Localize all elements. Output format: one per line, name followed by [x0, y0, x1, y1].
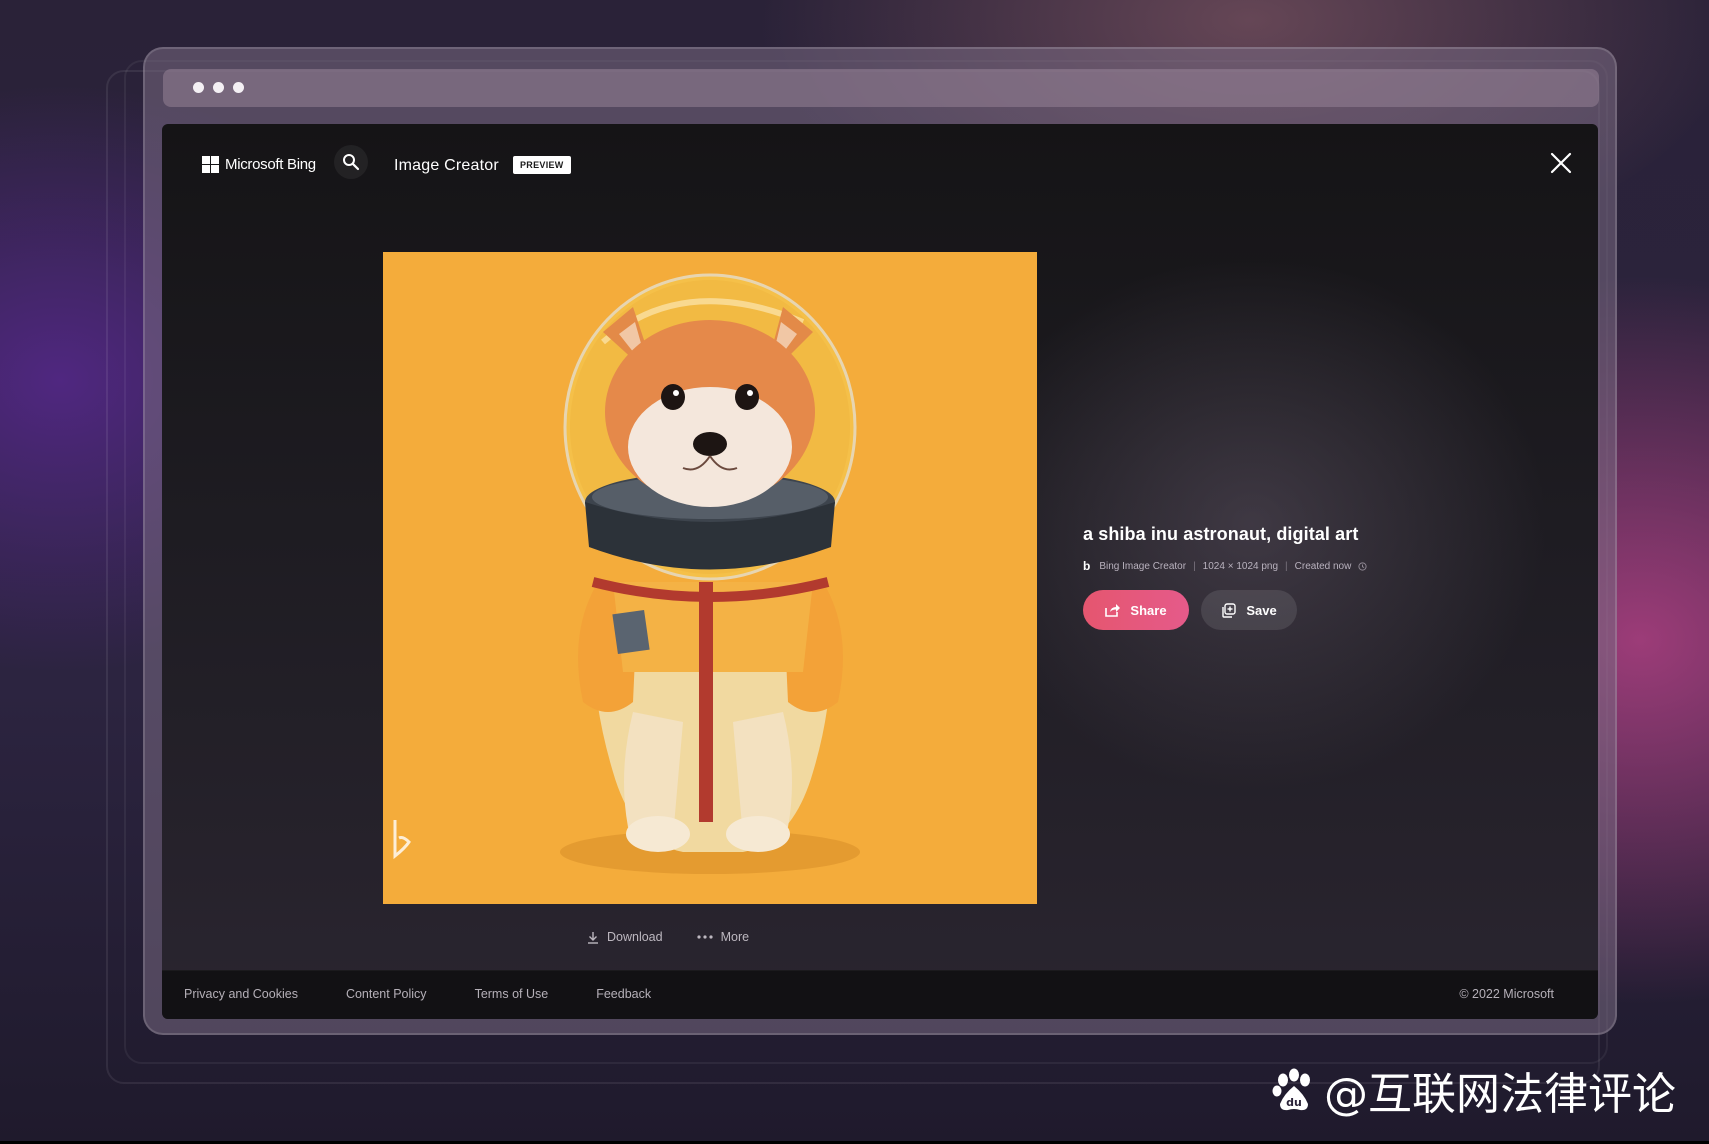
image-creator-page: Microsoft Bing Image Creator PREVIEW Dow…	[162, 124, 1598, 1019]
brand-name: Microsoft Bing	[225, 156, 316, 173]
dot-icon	[233, 82, 244, 93]
window-dots	[193, 82, 244, 93]
dot-icon	[193, 82, 204, 93]
clock-icon	[1358, 561, 1367, 571]
copyright: © 2022 Microsoft	[1459, 987, 1554, 1001]
image-actions: Download More	[587, 930, 749, 944]
footer-link-privacy[interactable]: Privacy and Cookies	[184, 987, 298, 1001]
footer-link-feedback[interactable]: Feedback	[596, 987, 651, 1001]
footer-links: Privacy and Cookies Content Policy Terms…	[184, 987, 651, 1001]
shiba-astronaut-illustration	[383, 252, 1037, 904]
save-button[interactable]: Save	[1201, 590, 1297, 630]
share-label: Share	[1130, 602, 1167, 618]
meta-separator: |	[1285, 560, 1288, 572]
search-icon	[343, 154, 360, 171]
image-meta: b Bing Image Creator | 1024 × 1024 png |…	[1083, 559, 1503, 573]
prompt-title: a shiba inu astronaut, digital art	[1083, 524, 1359, 544]
footer-link-content-policy[interactable]: Content Policy	[346, 987, 427, 1001]
close-icon	[1550, 152, 1572, 174]
more-icon	[696, 935, 713, 939]
search-button[interactable]	[334, 145, 368, 179]
save-collection-icon	[1222, 602, 1237, 618]
source-label: Bing Image Creator	[1099, 560, 1187, 572]
preview-badge: PREVIEW	[513, 156, 571, 174]
watermark-text: @互联网法律评论	[1324, 1069, 1676, 1120]
download-button[interactable]: Download	[587, 930, 663, 944]
watermark: du @互联网法律评论	[1270, 1058, 1676, 1122]
svg-text:du: du	[1286, 1096, 1302, 1109]
app-title[interactable]: Image Creator	[394, 157, 499, 175]
microsoft-bing-logo[interactable]: Microsoft Bing	[202, 156, 316, 173]
more-button[interactable]: More	[696, 930, 750, 944]
resolution-label: 1024 × 1024 png	[1202, 560, 1279, 572]
share-button[interactable]: Share	[1083, 590, 1189, 630]
created-label: Created now	[1294, 560, 1352, 572]
share-icon	[1105, 604, 1121, 617]
baidu-paw-icon: du	[1272, 1068, 1310, 1111]
save-label: Save	[1246, 602, 1277, 618]
generated-image[interactable]	[383, 252, 1037, 904]
close-button[interactable]	[1549, 151, 1573, 175]
download-label: Download	[607, 930, 663, 944]
header: Microsoft Bing Image Creator PREVIEW	[162, 124, 1598, 194]
dot-icon	[213, 82, 224, 93]
more-label: More	[720, 930, 750, 944]
browser-title-bar	[163, 69, 1599, 107]
footer: Privacy and Cookies Content Policy Terms…	[162, 970, 1598, 1019]
image-details: a shiba inu astronaut, digital art b Bin…	[1083, 524, 1503, 630]
windows-logo-icon	[202, 156, 219, 173]
action-buttons: Share Save	[1083, 590, 1503, 630]
bing-b-icon: b	[1083, 559, 1091, 573]
download-icon	[588, 931, 598, 944]
meta-separator: |	[1193, 560, 1196, 572]
footer-link-terms[interactable]: Terms of Use	[475, 987, 549, 1001]
